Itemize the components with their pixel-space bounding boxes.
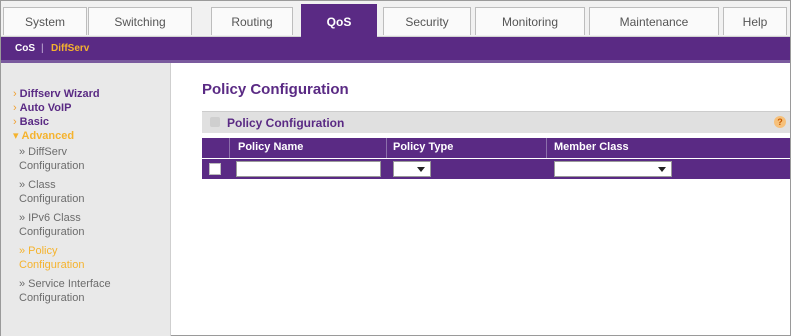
subnav-diffserv-link[interactable]: DiffServ	[51, 43, 89, 54]
policy-type-select[interactable]	[393, 161, 431, 177]
row-select-checkbox[interactable]	[209, 163, 221, 175]
sidebar-item-advanced[interactable]: ▾ Advanced	[13, 129, 74, 143]
sidebar-subitem-label: Service Interface	[28, 278, 111, 290]
sidebar-subitem-diffserv-configuration[interactable]: » DiffServ Configuration	[19, 145, 84, 173]
chevron-right-icon: ›	[13, 116, 17, 128]
sidebar-item-label: Basic	[19, 116, 50, 128]
sidebar-subitem-label-line2: Configuration	[19, 193, 85, 205]
chevron-down-icon: ▾	[13, 130, 19, 142]
sidebar-subitem-ipv6-class-configuration[interactable]: » IPv6 Class Configuration	[19, 211, 84, 239]
main-tab-bar: System Switching Routing QoS Security Mo…	[1, 1, 790, 38]
tab-routing[interactable]: Routing	[211, 7, 293, 35]
sidebar-subitem-label-line2: Configuration	[19, 160, 85, 172]
bullet-icon: »	[19, 245, 26, 257]
policy-name-input[interactable]	[236, 161, 381, 177]
tab-monitoring[interactable]: Monitoring	[475, 7, 585, 35]
chevron-down-icon	[417, 167, 425, 172]
sidebar-subitem-label-line2: Configuration	[19, 226, 85, 238]
sidebar-subitem-label: Class	[28, 179, 56, 191]
table-header-row: Policy Name Policy Type Member Class	[202, 138, 790, 158]
chevron-right-icon: ›	[13, 88, 17, 100]
tab-switching[interactable]: Switching	[88, 7, 192, 35]
sidebar-item-label: Auto VoIP	[19, 102, 72, 114]
tab-security[interactable]: Security	[383, 7, 471, 35]
column-divider	[386, 138, 387, 158]
sidebar-subitem-label-line2: Configuration	[19, 259, 85, 271]
sidebar-item-label: Diffserv Wizard	[19, 88, 100, 100]
sidebar-subitem-policy-configuration[interactable]: » Policy Configuration	[19, 244, 84, 272]
tab-maintenance[interactable]: Maintenance	[589, 7, 719, 35]
tab-help[interactable]: Help	[723, 7, 787, 35]
column-header-member-class: Member Class	[554, 141, 629, 153]
column-divider	[546, 138, 547, 158]
bullet-icon: »	[19, 278, 26, 290]
bullet-icon: »	[19, 179, 26, 191]
member-class-select[interactable]	[554, 161, 672, 177]
column-header-policy-name: Policy Name	[238, 141, 304, 153]
page-title: Policy Configuration	[202, 81, 349, 98]
left-sidebar: › Diffserv Wizard › Auto VoIP › Basic ▾ Adva…	[1, 63, 171, 336]
sidebar-subitem-label-line2: Configuration	[19, 292, 85, 304]
sidebar-item-basic[interactable]: › Basic	[13, 115, 49, 129]
chevron-down-icon	[658, 167, 666, 172]
sidebar-subitem-class-configuration[interactable]: » Class Configuration	[19, 178, 84, 206]
tab-qos[interactable]: QoS	[301, 4, 377, 38]
help-icon[interactable]: ?	[774, 116, 786, 128]
sidebar-item-auto-voip[interactable]: › Auto VoIP	[13, 101, 71, 115]
sidebar-subitem-label: IPv6 Class	[28, 212, 81, 224]
subnav-cos-link[interactable]: CoS	[15, 43, 35, 54]
panel-header: Policy Configuration ?	[202, 111, 790, 133]
tab-system[interactable]: System	[3, 7, 87, 35]
panel-title: Policy Configuration	[227, 116, 345, 130]
chevron-right-icon: ›	[13, 102, 17, 114]
collapse-icon[interactable]	[210, 117, 220, 127]
subnav-separator: |	[41, 43, 44, 54]
bullet-icon: »	[19, 212, 26, 224]
sidebar-subitem-label: DiffServ	[28, 146, 68, 158]
sidebar-subitem-service-interface-configuration[interactable]: » Service Interface Configuration	[19, 277, 111, 305]
sidebar-item-diffserv-wizard[interactable]: › Diffserv Wizard	[13, 87, 100, 101]
column-header-policy-type: Policy Type	[393, 141, 454, 153]
window-frame: System Switching Routing QoS Security Mo…	[0, 0, 791, 336]
sidebar-subitem-label: Policy	[28, 245, 58, 257]
column-divider	[229, 138, 230, 158]
bullet-icon: »	[19, 146, 26, 158]
sidebar-item-label: Advanced	[21, 130, 75, 142]
sub-navigation: CoS | DiffServ	[1, 37, 790, 63]
